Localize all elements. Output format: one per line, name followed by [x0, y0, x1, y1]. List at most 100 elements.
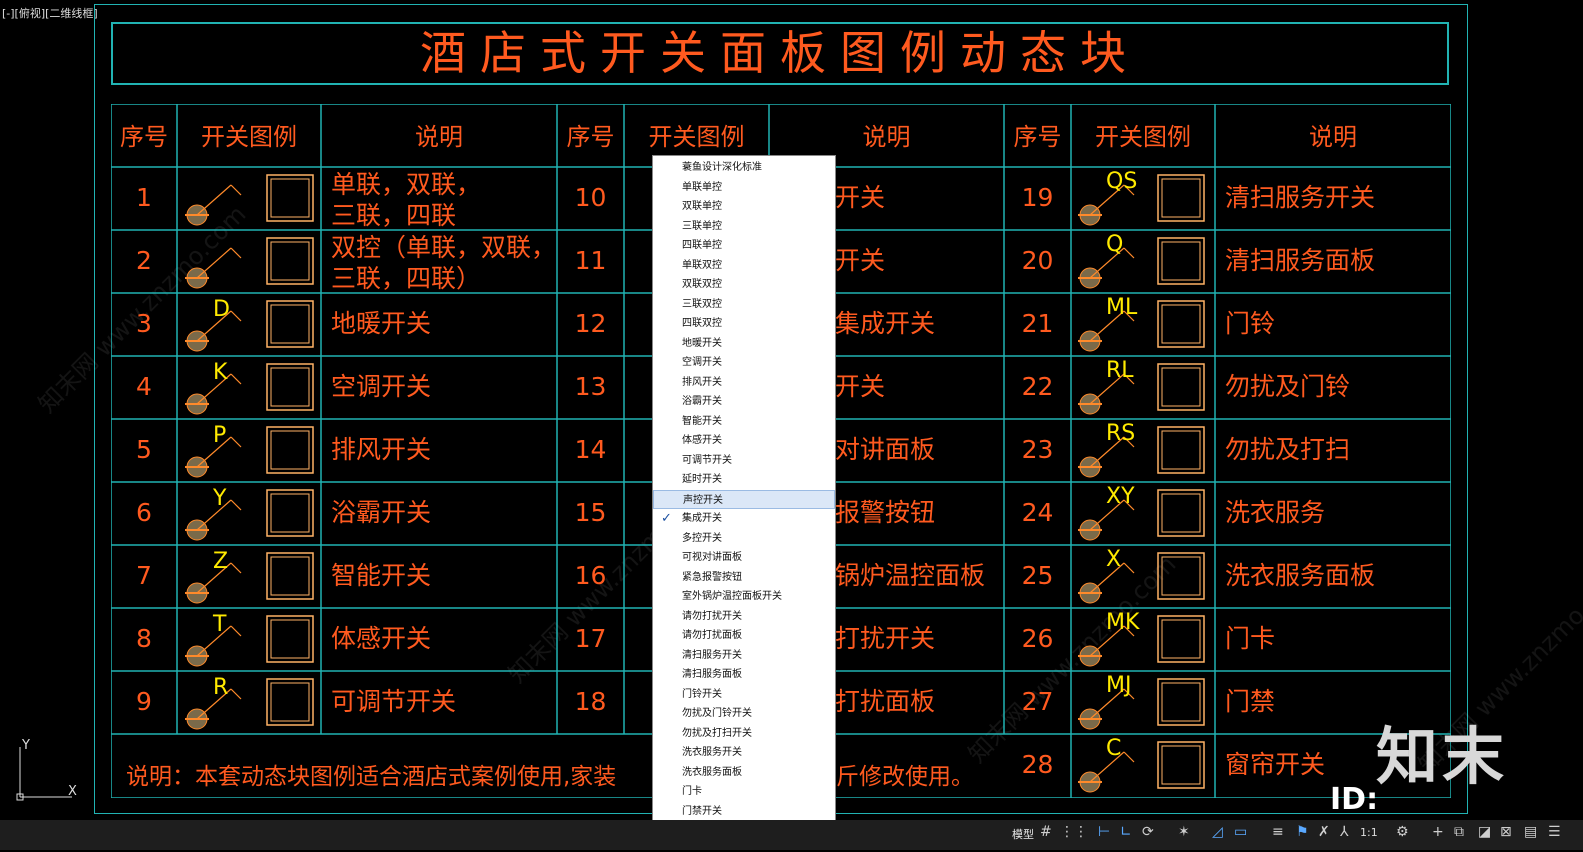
menu-item[interactable]: 请勿打扰面板 — [653, 626, 835, 646]
menu-item[interactable]: 室外锅炉温控面板开关 — [653, 587, 835, 607]
menu-item[interactable]: 清扫服务开关 — [653, 646, 835, 666]
menu-item[interactable]: 可视对讲面板 — [653, 548, 835, 568]
dynamic-input-icon[interactable]: ▭ — [1234, 824, 1247, 840]
scale-dropdown[interactable]: 1:1 — [1360, 826, 1378, 839]
header-description: 说明 — [1309, 123, 1357, 151]
annotation-scale-icon[interactable]: ⅄ — [1340, 824, 1349, 840]
menu-item[interactable]: 紧急报警按钮 — [653, 568, 835, 588]
row-description: 门铃 — [1225, 309, 1276, 338]
menu-item[interactable]: 多控开关 — [653, 529, 835, 549]
annotation-visibility-icon[interactable]: ⚑ — [1296, 824, 1309, 840]
lineweight-icon[interactable]: ≡ — [1272, 824, 1284, 840]
polar-icon[interactable]: ∟ — [1120, 824, 1132, 840]
row-description: 勿扰及门铃 — [1225, 372, 1351, 401]
menu-item[interactable]: 请勿打扰开关 — [653, 607, 835, 627]
row-index: 17 — [574, 624, 607, 653]
menu-item-label: 集成开关 — [682, 513, 722, 524]
osnap-icon[interactable]: ◿ — [1212, 824, 1223, 840]
menu-item-label: 门卡 — [682, 786, 702, 797]
row-description: 打扰面板 — [835, 687, 936, 716]
menu-item[interactable]: 洗衣服务面板 — [653, 763, 835, 783]
menu-item[interactable]: 空调开关 — [653, 353, 835, 373]
menu-item[interactable]: 门禁开关 — [653, 802, 835, 822]
row-index: 3 — [136, 309, 152, 338]
row-description: 门禁 — [1225, 687, 1276, 716]
row-description: 报警按钮 — [835, 498, 936, 527]
menu-item[interactable]: 排风开关 — [653, 373, 835, 393]
menu-item[interactable]: 洗衣服务开关 — [653, 743, 835, 763]
row-description: 洗衣服务面板 — [1225, 561, 1376, 590]
menu-item[interactable]: 蓑鱼设计深化标准 — [653, 158, 835, 178]
menu-item[interactable]: 双联单控 — [653, 197, 835, 217]
plus-icon[interactable]: + — [1432, 824, 1444, 840]
row-description: 洗衣服务 — [1225, 498, 1326, 527]
symbol-code: XY — [1106, 484, 1135, 509]
osnap-tracking-icon[interactable]: ✶ — [1178, 824, 1190, 840]
menu-item[interactable]: 延时开关 — [653, 470, 835, 490]
menu-icon[interactable]: ☰ — [1548, 824, 1561, 840]
isolate-icon[interactable]: ⧉ — [1454, 824, 1464, 840]
menu-item-label: 浴霸开关 — [682, 396, 722, 407]
menu-item[interactable]: 体感开关 — [653, 431, 835, 451]
row-index: 10 — [574, 183, 607, 212]
grid-icon[interactable]: # — [1040, 824, 1052, 840]
menu-item-label: 门禁开关 — [682, 805, 722, 817]
customize-icon[interactable]: ▤ — [1524, 824, 1537, 840]
symbol-code: Y — [213, 486, 227, 511]
panel-icon — [1157, 615, 1205, 663]
row-index: 26 — [1021, 624, 1054, 653]
row-description: 浴霸开关 — [331, 498, 432, 527]
menu-item-label: 四联双控 — [682, 318, 722, 329]
menu-item[interactable]: 门铃开关 — [653, 685, 835, 705]
menu-item[interactable]: 四联单控 — [653, 236, 835, 256]
row-description: 窗帘开关 — [1225, 750, 1326, 779]
header-description: 说明 — [862, 123, 911, 151]
menu-item[interactable]: 双联双控 — [653, 275, 835, 295]
snap-icon[interactable]: ⋮⋮ — [1060, 824, 1088, 840]
row-description: 开关 — [835, 183, 886, 212]
header-symbol: 开关图例 — [201, 123, 297, 151]
isodraft-icon[interactable]: ⟳ — [1142, 824, 1154, 840]
menu-item[interactable]: 三联双控 — [653, 295, 835, 315]
menu-item[interactable]: 单联双控 — [653, 256, 835, 276]
clean-screen-icon[interactable]: ⊠ — [1500, 824, 1512, 840]
switch-symbol — [185, 247, 242, 289]
block-visibility-menu[interactable]: 蓑鱼设计深化标准 单联单控 双联单控 三联单控 四联单控 单联双控双联双控三联双控四联双控… — [652, 155, 836, 842]
menu-item[interactable]: 单联单控 — [653, 178, 835, 198]
row-description: 开关 — [835, 372, 886, 401]
ortho-icon[interactable]: ⊢ — [1098, 824, 1110, 840]
menu-item-label: 声控开关 — [683, 494, 723, 506]
menu-item-label: 清扫服务面板 — [682, 669, 742, 680]
row-index: 7 — [136, 561, 152, 590]
menu-item[interactable]: 地暖开关 — [653, 334, 835, 354]
menu-item[interactable]: 四联双控 — [653, 314, 835, 334]
menu-item[interactable]: 三联单控 — [653, 217, 835, 237]
row-index: 8 — [136, 624, 152, 653]
row-description: 双控（单联，双联， 三联，四联） — [331, 233, 557, 293]
menu-item[interactable]: 智能开关 — [653, 412, 835, 432]
gear-icon[interactable]: ⚙ — [1396, 824, 1409, 840]
menu-item-label: 勿扰及打扫开关 — [682, 727, 752, 739]
row-description: 锅炉温控面板 — [835, 561, 986, 590]
drawing-title: 酒店式开关面板图例动态块 — [420, 26, 1140, 80]
menu-item[interactable]: 可调节开关 — [653, 451, 835, 471]
panel-icon — [1157, 678, 1205, 726]
ucs-y-label: Y — [21, 738, 30, 753]
viewport-label[interactable]: [-][俯视][二维线框] — [2, 5, 98, 21]
menu-item[interactable]: 声控开关 — [653, 489, 835, 509]
auto-scale-icon[interactable]: ✗ — [1318, 824, 1330, 840]
menu-item[interactable]: 清扫服务面板 — [653, 665, 835, 685]
menu-item[interactable]: 勿扰及门铃开关 — [653, 704, 835, 724]
menu-item-label: 智能开关 — [682, 415, 722, 427]
menu-item-label: 双联双控 — [682, 279, 722, 290]
row-index: 18 — [574, 687, 607, 716]
menu-item[interactable]: 勿扰及打扫开关 — [653, 724, 835, 744]
row-index: 16 — [574, 561, 607, 590]
menu-item-label: 洗衣服务开关 — [682, 747, 742, 758]
menu-item[interactable]: 门卡 — [653, 782, 835, 802]
note-text: 说明：本套动态块图例适合酒店式案例使用,家装 — [126, 764, 617, 790]
model-tab[interactable]: 模型 — [1012, 826, 1034, 842]
menu-item[interactable]: ✓ 集成开关 — [653, 509, 835, 529]
hardware-accel-icon[interactable]: ◪ — [1478, 824, 1491, 840]
menu-item[interactable]: 浴霸开关 — [653, 392, 835, 412]
